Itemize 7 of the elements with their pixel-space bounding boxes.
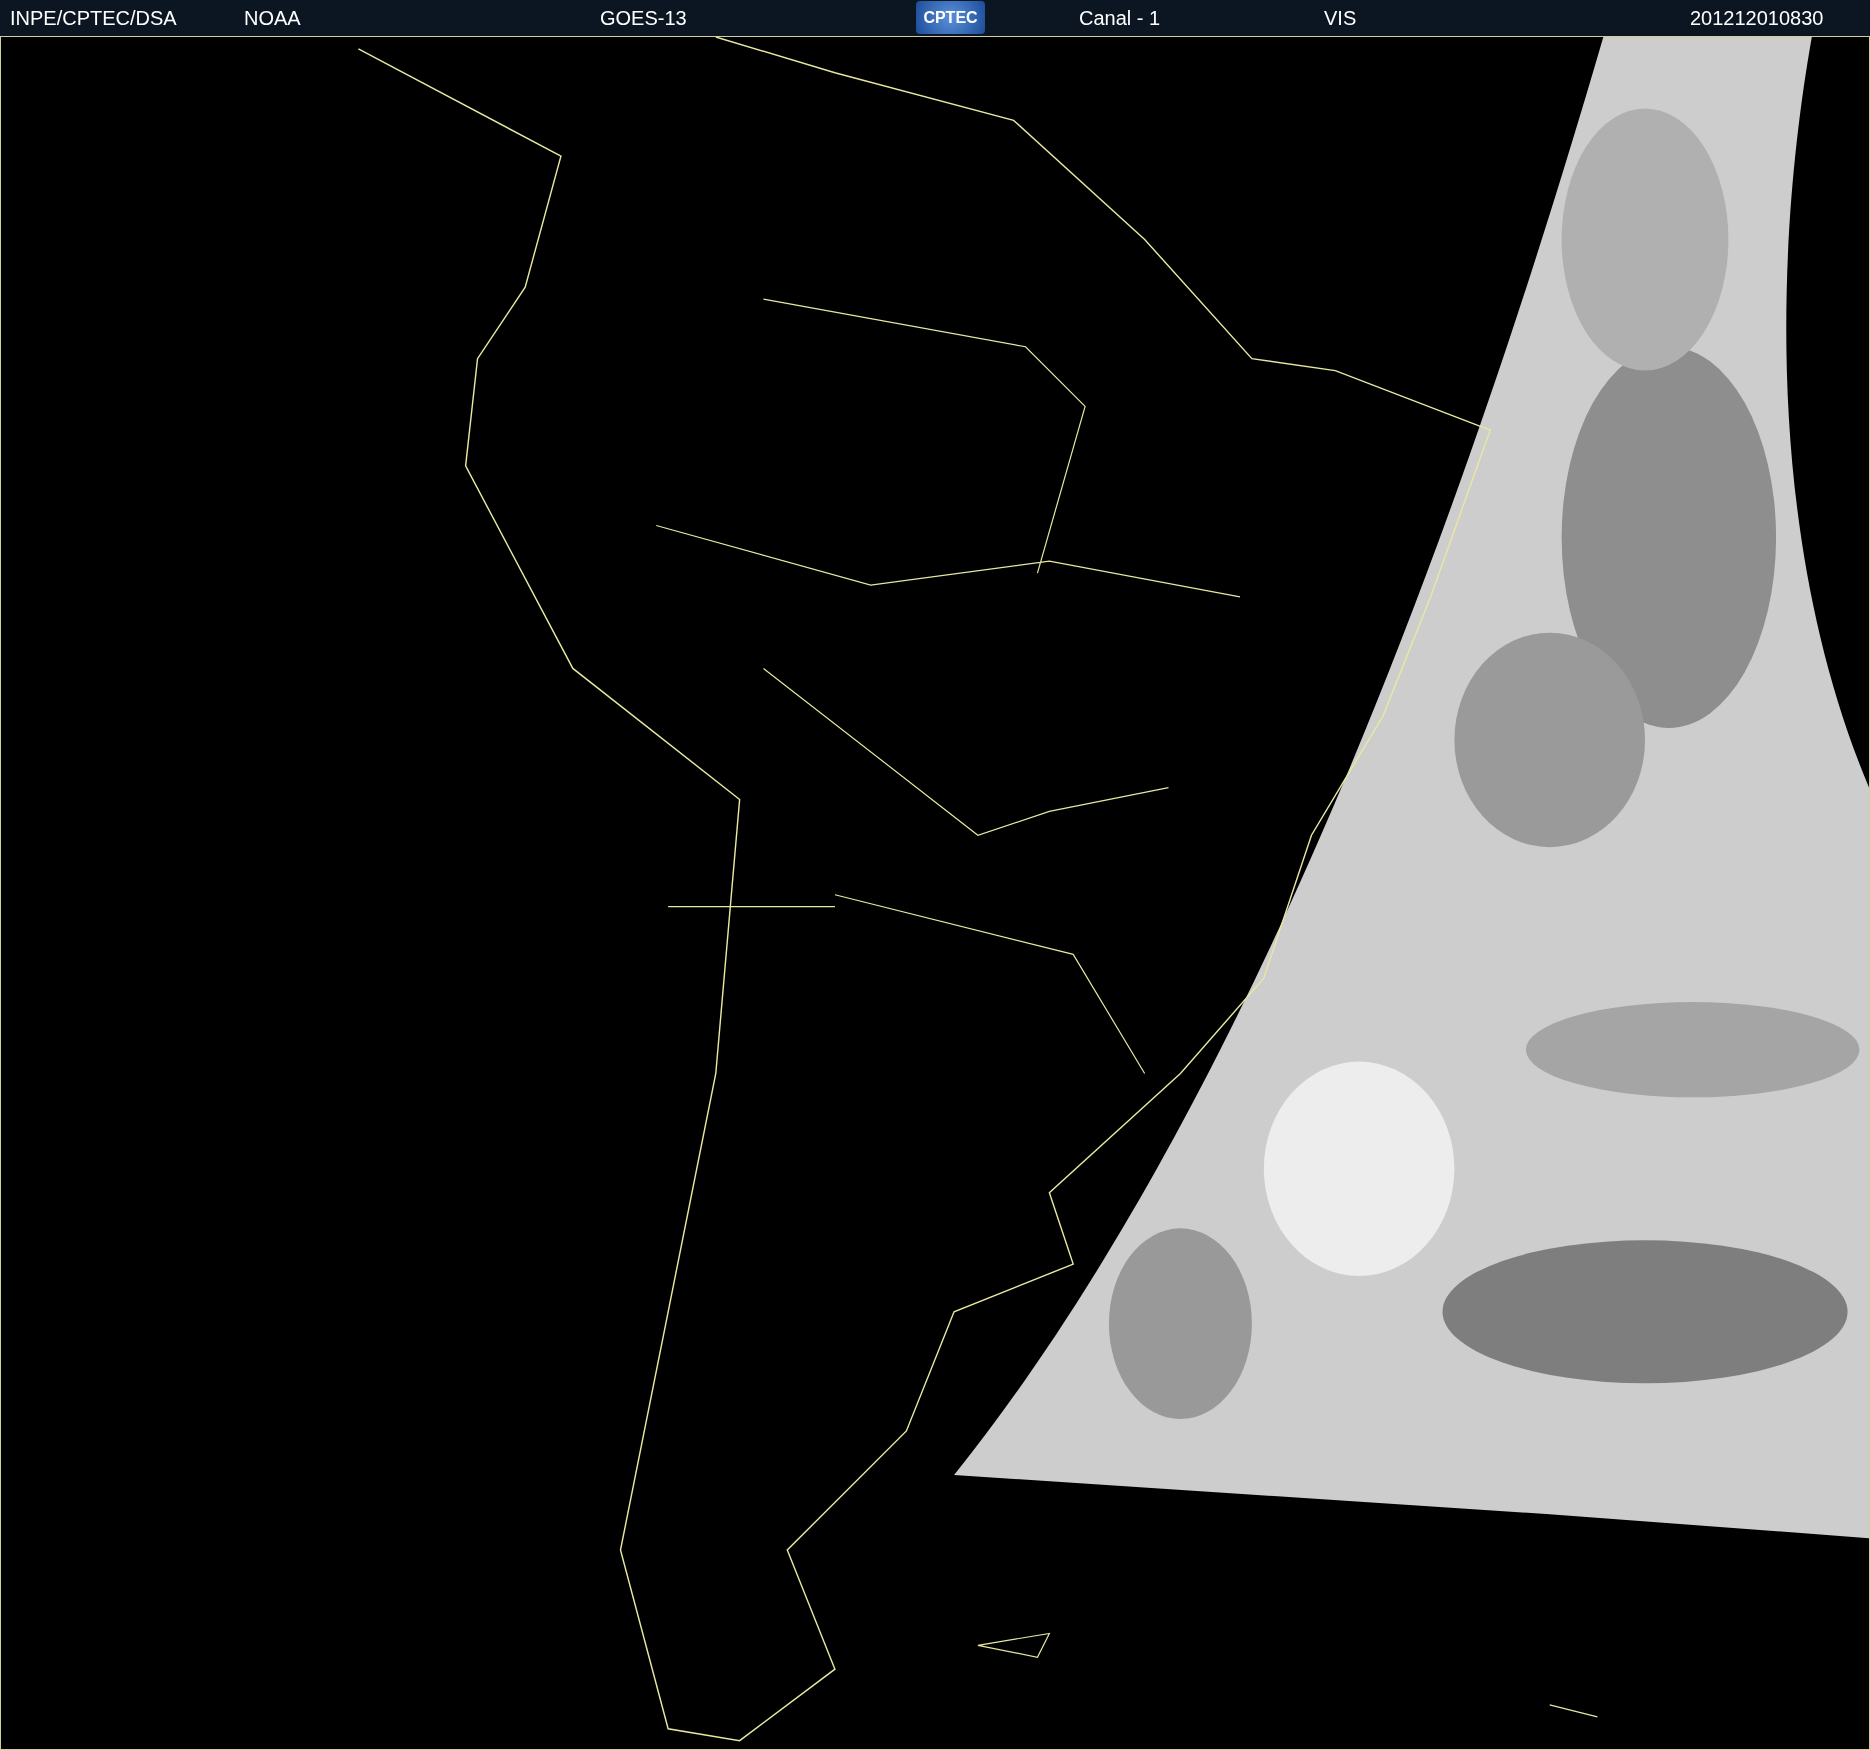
header-label: INPE/CPTEC/DSA [10,6,177,30]
header-label: 201212010830 [1690,6,1824,30]
header-label: GOES-13 [600,6,687,30]
header-label: VIS [1324,6,1357,30]
cptec-logo: CPTEC [916,1,985,34]
header-label: NOAA [244,6,301,30]
header-label: Canal - 1 [1079,6,1161,30]
